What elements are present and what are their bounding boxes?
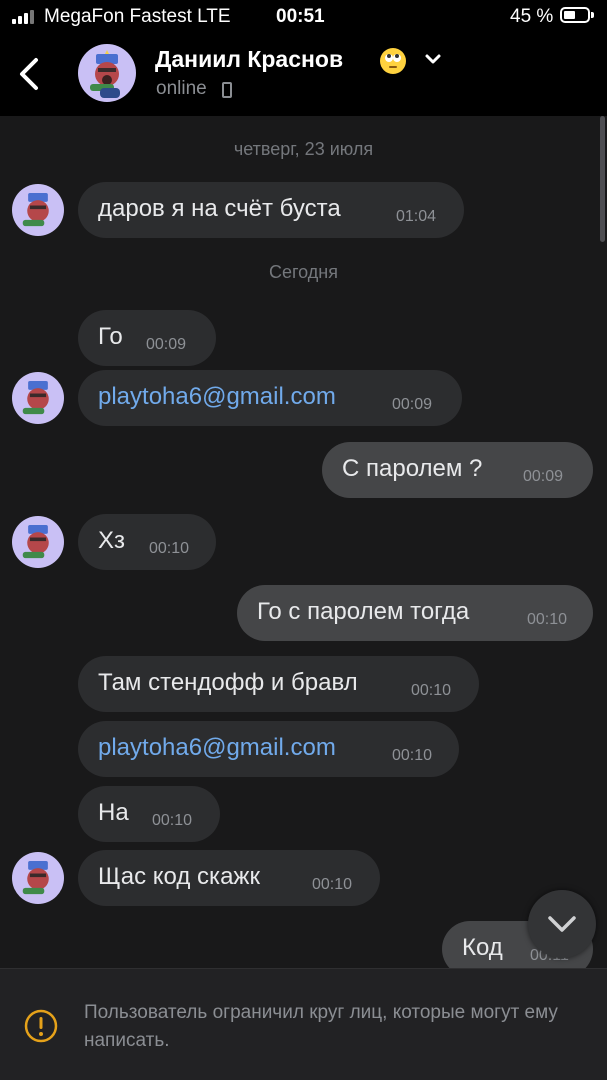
- message-time: 00:10: [411, 682, 452, 699]
- battery-percent: 45 %: [510, 6, 554, 27]
- message-bubble[interactable]: Щас код скажк 00:10: [78, 850, 380, 906]
- scroll-to-bottom-button[interactable]: [528, 890, 596, 958]
- message-text: С паролем ?: [342, 455, 483, 482]
- back-button[interactable]: [16, 56, 46, 92]
- warning-icon: [24, 1009, 58, 1043]
- character-avatar-icon: [22, 380, 49, 415]
- email-link[interactable]: playtoha6@gmail.com: [98, 734, 336, 762]
- chevron-down-icon[interactable]: [424, 52, 442, 66]
- mobile-icon: [222, 82, 232, 98]
- character-avatar-icon: [22, 860, 49, 895]
- message-time: 00:10: [312, 876, 353, 893]
- avatar[interactable]: [12, 852, 64, 904]
- message-time: 00:10: [149, 540, 190, 557]
- message-text: Хз: [98, 527, 126, 554]
- online-status: online: [156, 78, 207, 99]
- message-text: Там стендофф и бравл: [98, 669, 358, 696]
- character-avatar-icon: [90, 50, 120, 98]
- message-text: На: [98, 799, 129, 826]
- avatar[interactable]: [12, 372, 64, 424]
- signal-icon: [12, 8, 38, 24]
- scrollbar[interactable]: [600, 116, 605, 242]
- date-separator: Сегодня: [269, 262, 338, 282]
- avatar[interactable]: [12, 184, 64, 236]
- chevron-down-icon: [548, 916, 576, 932]
- email-link[interactable]: playtoha6@gmail.com: [98, 383, 336, 411]
- message-time: 00:09: [392, 396, 433, 413]
- message-text: Щас код скажк: [98, 863, 260, 890]
- status-bar: MegaFon Fastest LTE 00:51 45 %: [0, 0, 607, 34]
- message-bubble-outgoing[interactable]: Го с паролем тогда 00:10: [237, 585, 593, 641]
- status-time: 00:51: [276, 6, 325, 27]
- message-bubble[interactable]: Там стендофф и бравл 00:10: [78, 656, 479, 712]
- message-bubble-outgoing[interactable]: С паролем ? 00:09: [322, 442, 593, 498]
- character-avatar-icon: [22, 192, 49, 227]
- message-bubble[interactable]: На 00:10: [78, 786, 220, 842]
- message-bubble[interactable]: playtoha6@gmail.com 00:09: [78, 370, 462, 426]
- chat-header: Даниил Краснов online: [0, 34, 607, 116]
- avatar[interactable]: [12, 516, 64, 568]
- message-text: Го с паролем тогда: [257, 598, 470, 625]
- message-bubble[interactable]: Хз 00:10: [78, 514, 216, 570]
- message-time: 00:09: [523, 468, 564, 485]
- restriction-text: Пользователь ограничил круг лиц, которые…: [84, 1002, 558, 1051]
- message-text: Код: [462, 934, 503, 961]
- message-bubble[interactable]: Го 00:09: [78, 310, 216, 366]
- carrier-label: MegaFon Fastest LTE: [44, 6, 231, 27]
- composer-restriction-notice: Пользователь ограничил круг лиц, которые…: [0, 968, 607, 1080]
- message-time: 01:04: [396, 208, 437, 225]
- message-bubble[interactable]: даров я на счёт буста 01:04: [78, 182, 464, 238]
- battery-icon: [560, 7, 594, 23]
- message-time: 00:10: [392, 747, 433, 764]
- contact-name[interactable]: Даниил Краснов: [155, 46, 343, 73]
- message-time: 00:09: [146, 336, 187, 353]
- message-time: 00:10: [527, 611, 568, 628]
- message-text: даров я на счёт буста: [98, 195, 341, 222]
- message-time: 00:10: [152, 812, 193, 829]
- message-list[interactable]: четверг, 23 июля даров я на счёт буста 0…: [0, 116, 607, 968]
- message-bubble[interactable]: playtoha6@gmail.com 00:10: [78, 721, 459, 777]
- message-text: Го: [98, 323, 123, 350]
- avatar[interactable]: [78, 44, 136, 102]
- date-separator: четверг, 23 июля: [233, 139, 374, 159]
- character-avatar-icon: [22, 524, 49, 559]
- eye-roll-emoji-icon: [380, 48, 406, 74]
